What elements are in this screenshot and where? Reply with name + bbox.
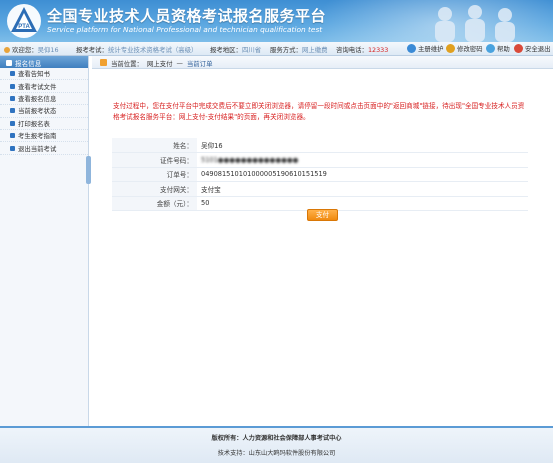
region-info: 报考地区：四川省 <box>210 46 262 54</box>
sidebar-header: 报名信息 <box>0 56 88 68</box>
pta-logo-icon: PTA <box>7 4 41 38</box>
home-icon <box>100 59 107 66</box>
sidebar-item-registration-info[interactable]: 查看报名信息 <box>0 93 88 106</box>
welcome-text: 欢迎您：吴仰16 <box>4 45 59 54</box>
sidebar-collapse-handle[interactable] <box>86 156 91 184</box>
bullet-icon <box>10 145 15 151</box>
pay-button[interactable]: 支付 <box>307 209 338 221</box>
sidebar-item-guide[interactable]: 考生报考指南 <box>0 130 88 143</box>
page-footer: 版权所有：人力资源和社会保障部人事考试中心 技术支持：山东山大鸥玛软件股份有限公… <box>0 426 553 463</box>
copyright-text: 版权所有：人力资源和社会保障部人事考试中心 <box>211 435 342 442</box>
bullet-icon <box>10 108 15 114</box>
sidebar-item-print-form[interactable]: 打印报名表 <box>0 118 88 130</box>
service-info: 服务方式：网上缴费 <box>270 46 328 54</box>
table-row: 证件号码： 5101●●●●●●●●●●●●●● <box>112 152 528 168</box>
help-link[interactable]: 帮助 <box>486 44 510 53</box>
maintain-link[interactable]: 主册维护 <box>407 44 444 53</box>
sidebar-item-exam-files[interactable]: 查看考试文件 <box>0 80 88 93</box>
help-icon <box>486 44 495 53</box>
lock-icon <box>446 44 455 53</box>
info-icon <box>407 44 416 53</box>
menu-icon <box>6 60 12 66</box>
platform-title: 全国专业技术人员资格考试报名服务平台 <box>47 7 327 25</box>
page-header: PTA 全国专业技术人员资格考试报名服务平台 Service platform … <box>0 0 553 42</box>
payment-notice: 支付过程中，您在支付平台中完成交费后不要立即关闭浏览器，请停留一段时间或点击页面… <box>113 102 525 121</box>
svg-text:PTA: PTA <box>18 24 30 30</box>
sidebar-item-status[interactable]: 当前报考状态 <box>0 105 88 118</box>
order-table: 姓名： 吴仰16 证件号码： 5101●●●●●●●●●●●●●● 订单号： 0… <box>112 138 528 211</box>
bullet-icon <box>10 71 15 77</box>
exam-info: 报考考试：统计专业技术资格考试（高级） <box>76 46 198 54</box>
print-icon <box>10 120 15 126</box>
sidebar-item-exit-exam[interactable]: 退出当前考试 <box>0 142 88 155</box>
bullet-icon <box>10 95 15 101</box>
platform-subtitle: Service platform for National Profession… <box>47 25 323 34</box>
bullet-icon <box>10 83 15 89</box>
sidebar-item-notice[interactable]: 查看告知书 <box>0 68 88 81</box>
logout-icon <box>514 44 523 53</box>
phone-info: 咨询电话：12333 <box>336 46 389 54</box>
change-password-link[interactable]: 修改密码 <box>446 44 483 53</box>
breadcrumb: 当前位置： 网上支付 — 当前订单 <box>92 56 553 69</box>
bullet-icon <box>10 133 15 139</box>
table-row: 姓名： 吴仰16 <box>112 138 528 153</box>
logout-link[interactable]: 安全退出 <box>514 44 551 53</box>
people-illustration-icon <box>435 5 515 42</box>
sidebar: 报名信息 查看告知书 查看考试文件 查看报名信息 当前报考状态 打印报名表 考生… <box>0 56 89 426</box>
table-row: 支付网关： 支付宝 <box>112 181 528 197</box>
table-row: 订单号： 04908151010100000519061015151​9 <box>112 167 528 182</box>
user-info-bar: 欢迎您：吴仰16 报考考试：统计专业技术资格考试（高级） 报考地区：四川省 服务… <box>0 42 553 56</box>
tech-support-text: 技术支持：山东山大鸥玛软件股份有限公司 <box>217 450 336 457</box>
